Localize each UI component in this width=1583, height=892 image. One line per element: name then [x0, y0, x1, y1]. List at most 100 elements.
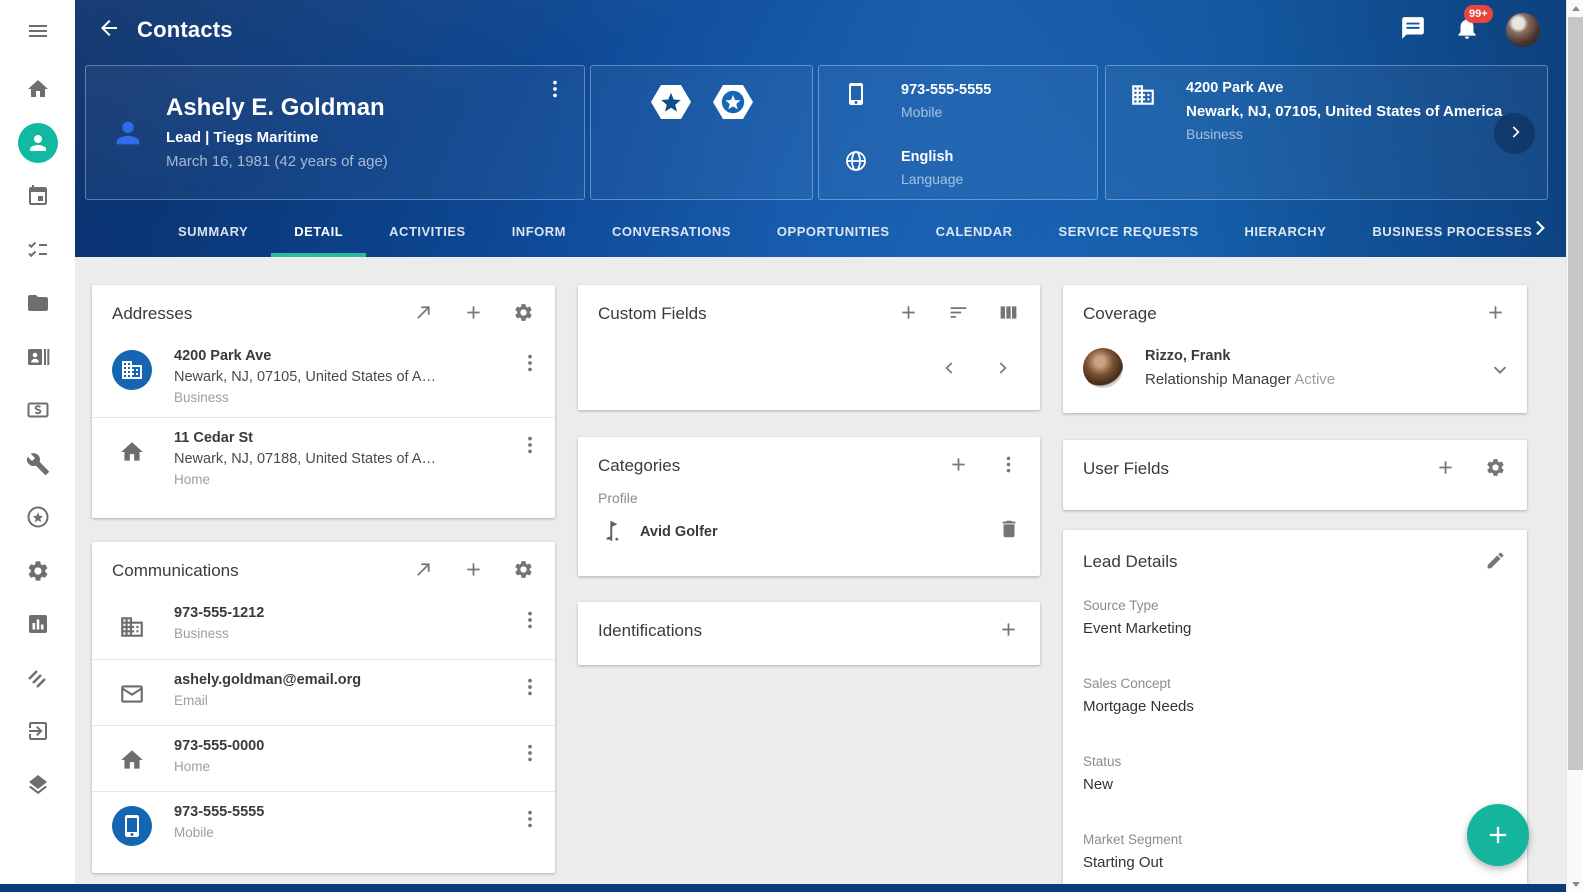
sidebar-item-tools[interactable] [18, 444, 58, 484]
scrollbar-thumb[interactable] [1568, 17, 1583, 770]
communication-value: 973-555-0000 [174, 738, 505, 754]
notifications-button[interactable]: 99+ [1452, 15, 1482, 45]
hero-language-value: English [901, 149, 963, 165]
tab-detail[interactable]: DETAIL [271, 205, 366, 257]
communications-add-button[interactable] [461, 559, 485, 583]
categories-kebab-menu[interactable] [996, 454, 1020, 478]
columns-icon [998, 302, 1019, 323]
tab-conversations[interactable]: CONVERSATIONS [589, 205, 754, 257]
communication-kebab-menu[interactable] [519, 609, 541, 634]
address-street: 4200 Park Ave [174, 348, 505, 364]
sidebar-item-home[interactable] [18, 69, 58, 109]
lead-field-value: Event Marketing [1083, 620, 1507, 637]
hero-badges-panel [590, 65, 813, 200]
custom-fields-columns-button[interactable] [996, 302, 1020, 326]
sidebar-item-calendar[interactable] [18, 176, 58, 216]
sidebar-item-relationships[interactable] [18, 658, 58, 698]
user-avatar[interactable] [1506, 13, 1540, 47]
kebab-icon [519, 676, 541, 698]
coverage-avatar [1083, 348, 1123, 388]
sidebar [0, 0, 75, 892]
tab-calendar[interactable]: CALENDAR [913, 205, 1036, 257]
sidebar-item-payments[interactable] [18, 390, 58, 430]
sidebar-item-sign-out[interactable] [18, 711, 58, 751]
sidebar-item-contacts[interactable] [18, 123, 58, 163]
category-delete-button[interactable] [998, 518, 1020, 543]
back-button[interactable] [91, 12, 127, 48]
communication-row: ashely.goldman@email.org Email [92, 659, 555, 725]
hero-next-button[interactable] [1494, 113, 1535, 154]
scrollbar-up-arrow[interactable] [1567, 0, 1583, 17]
addresses-title: Addresses [112, 304, 192, 324]
lead-field-label: Market Segment [1083, 832, 1507, 847]
profile-kebab-menu[interactable] [544, 78, 566, 103]
communications-open-button[interactable] [411, 559, 435, 583]
tab-summary[interactable]: SUMMARY [155, 205, 271, 257]
tab-business-processes[interactable]: BUSINESS PROCESSES [1349, 205, 1555, 257]
sidebar-item-layers[interactable] [18, 765, 58, 805]
star-circle-hexagon-badge[interactable] [709, 78, 757, 126]
hero-phone-label: Mobile [901, 104, 991, 120]
addresses-open-button[interactable] [411, 302, 435, 326]
lead-details-edit-button[interactable] [1483, 550, 1507, 574]
addresses-settings-button[interactable] [511, 302, 535, 326]
tab-service-requests[interactable]: SERVICE REQUESTS [1036, 205, 1222, 257]
building-icon [1130, 82, 1156, 113]
addresses-add-button[interactable] [461, 302, 485, 326]
hamburger-menu-icon[interactable] [18, 11, 58, 51]
address-kebab-menu[interactable] [519, 434, 541, 459]
sidebar-item-favorites[interactable] [18, 497, 58, 537]
hero-address-line1: 4200 Park Ave [1186, 80, 1502, 96]
star-circle-hexagon-icon [709, 78, 757, 126]
kebab-icon [544, 78, 566, 100]
communication-kebab-menu[interactable] [519, 808, 541, 833]
detail-content: Addresses 4200 Park Ave Newark, NJ, 0710… [75, 257, 1566, 884]
pencil-icon [1485, 550, 1506, 571]
categories-add-button[interactable] [946, 454, 970, 478]
custom-fields-add-button[interactable] [896, 302, 920, 326]
home-icon [26, 77, 50, 101]
tab-hierarchy[interactable]: HIERARCHY [1222, 205, 1350, 257]
plus-icon [1485, 302, 1506, 323]
chat-bubble-icon [1400, 15, 1426, 41]
custom-fields-next-button[interactable] [992, 358, 1012, 381]
communications-settings-button[interactable] [511, 559, 535, 583]
plus-icon [1484, 821, 1512, 849]
coverage-expand-button[interactable] [1489, 358, 1511, 383]
custom-fields-prev-button[interactable] [940, 358, 960, 381]
star-hexagon-badge[interactable] [647, 78, 695, 126]
coverage-role: Relationship Manager Active [1145, 371, 1477, 388]
hero-language-label: Language [901, 171, 963, 187]
messages-button[interactable] [1398, 15, 1428, 45]
page-title: Contacts [137, 17, 233, 43]
custom-fields-sort-button[interactable] [946, 302, 970, 326]
coverage-title: Coverage [1083, 304, 1157, 324]
category-group-label: Profile [578, 488, 1040, 506]
contacts-person-icon [26, 131, 50, 155]
sidebar-item-contact-cards[interactable] [18, 337, 58, 377]
hero-communication-panel: 973-555-5555 Mobile English Language [818, 65, 1098, 200]
user-fields-settings-button[interactable] [1483, 457, 1507, 481]
sidebar-item-tasks[interactable] [18, 229, 58, 269]
tab-activities[interactable]: ACTIVITIES [366, 205, 489, 257]
tab-inform[interactable]: INFORM [489, 205, 589, 257]
wrench-icon [26, 452, 50, 476]
communication-kebab-menu[interactable] [519, 676, 541, 701]
lead-field-value: Mortgage Needs [1083, 698, 1507, 715]
chevron-down-icon [1489, 358, 1511, 380]
scrollbar-down-arrow[interactable] [1567, 875, 1583, 892]
communication-row: 973-555-1212 Business [92, 593, 555, 659]
tab-opportunities[interactable]: OPPORTUNITIES [754, 205, 913, 257]
address-kebab-menu[interactable] [519, 352, 541, 377]
sidebar-item-documents[interactable] [18, 283, 58, 323]
identifications-add-button[interactable] [996, 619, 1020, 643]
vertical-scrollbar[interactable] [1566, 0, 1583, 892]
user-fields-add-button[interactable] [1433, 457, 1457, 481]
tabs-overflow-button[interactable] [1526, 215, 1552, 244]
sidebar-item-analytics[interactable] [18, 604, 58, 644]
coverage-add-button[interactable] [1483, 302, 1507, 326]
communication-kebab-menu[interactable] [519, 742, 541, 767]
hero-address-label: Business [1186, 126, 1502, 142]
sidebar-item-settings[interactable] [18, 551, 58, 591]
add-fab-button[interactable] [1467, 804, 1529, 866]
